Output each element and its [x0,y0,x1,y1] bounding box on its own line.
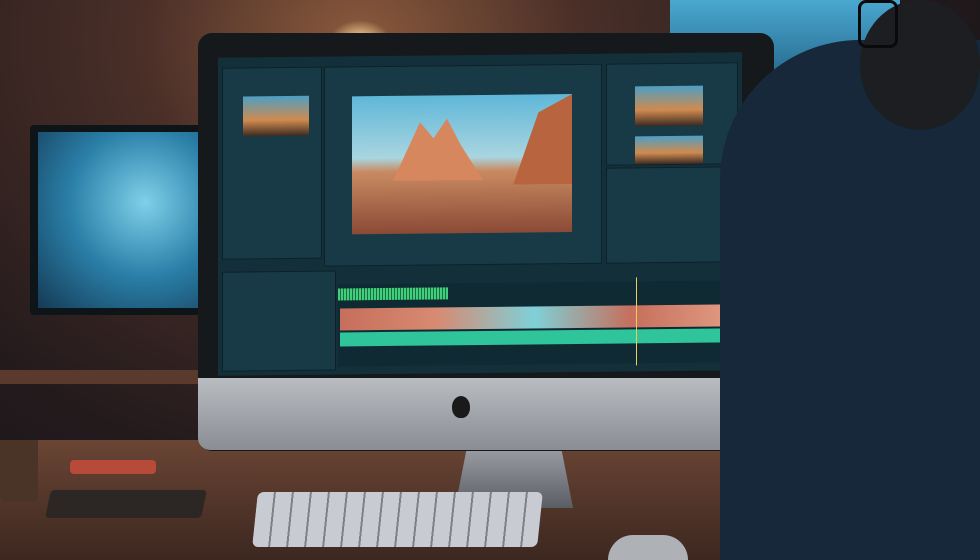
audio-waveform [338,287,448,301]
pen-cup [0,440,38,502]
background-monitor-screen [38,132,216,308]
shelf [0,370,200,384]
media-thumbnail [243,95,309,137]
mouse [608,535,688,560]
video-clip[interactable] [340,304,728,331]
timeline-tracks-panel [222,270,336,372]
playhead[interactable] [636,277,637,366]
video-editor-screen [218,52,742,376]
media-browser [606,62,738,166]
media-thumbnail [635,85,703,127]
project-panel [222,66,322,260]
phone [70,460,156,474]
apple-logo-icon [452,396,470,418]
imac-chin [198,378,750,450]
media-thumbnail [635,135,703,165]
effects-panel [606,166,738,264]
keyboard [252,492,543,547]
glasses [858,0,898,48]
tablet [45,490,207,518]
